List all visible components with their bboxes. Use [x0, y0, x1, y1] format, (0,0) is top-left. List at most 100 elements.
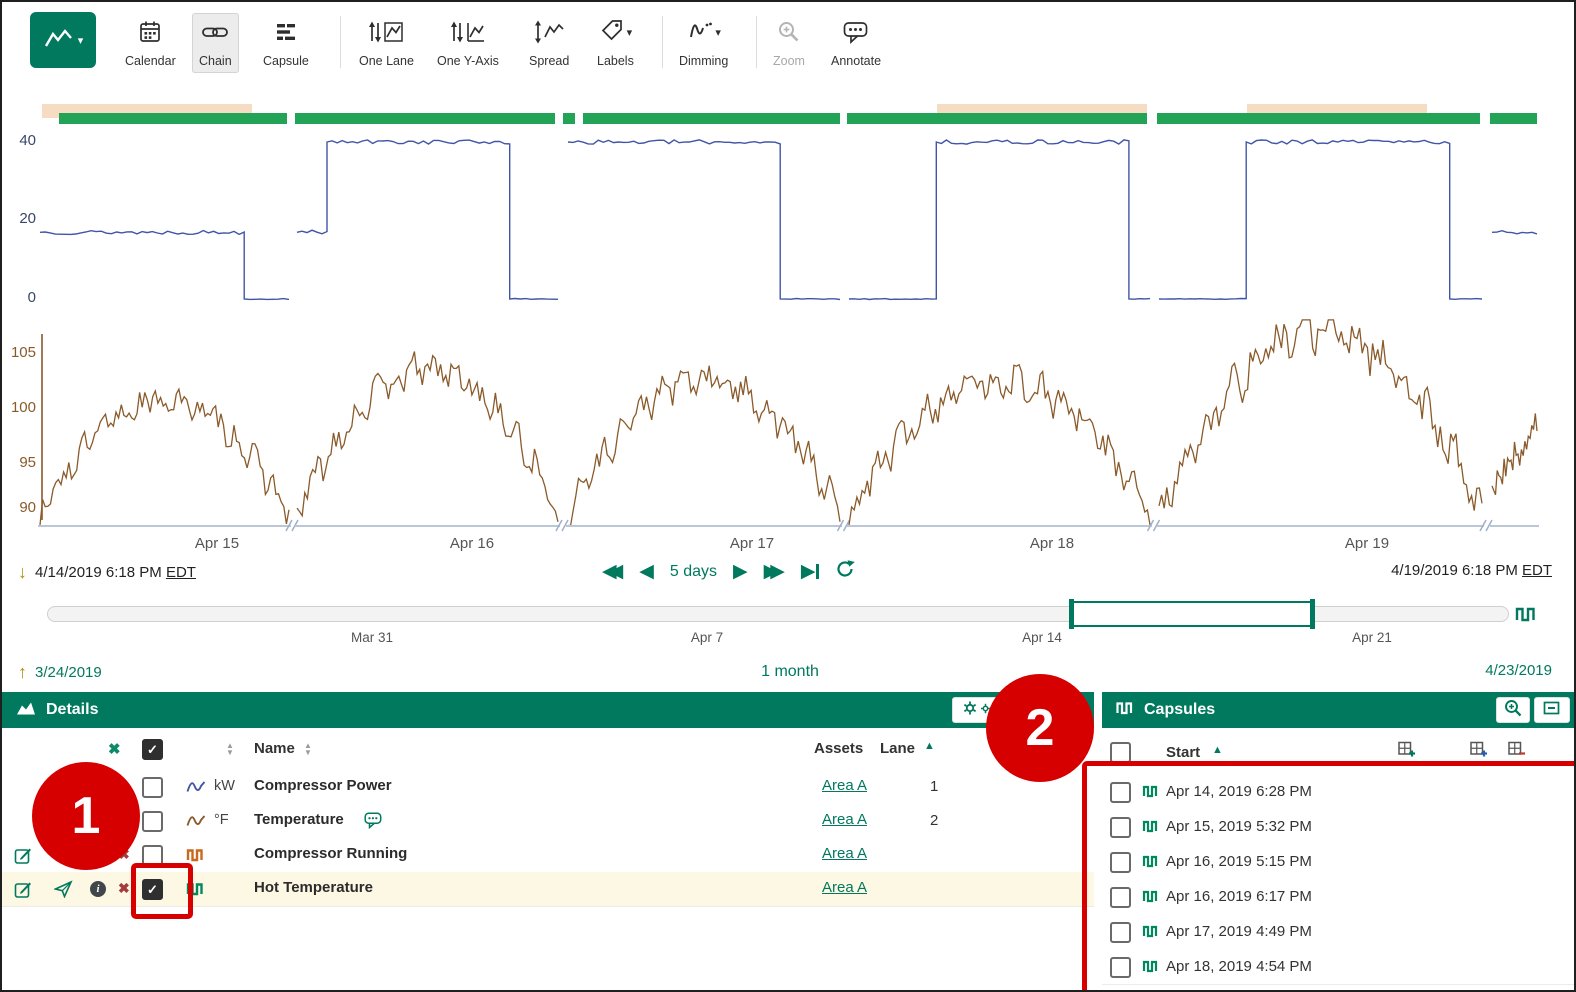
asset-link[interactable]: Area A	[822, 777, 867, 794]
select-all-checkbox[interactable]	[142, 739, 163, 760]
refresh-button[interactable]	[835, 559, 855, 584]
capsules-collapse-button[interactable]	[1534, 697, 1570, 723]
row-checkbox[interactable]	[142, 777, 163, 798]
toolbar-label-chain: Chain	[199, 54, 232, 68]
pan-back-fast-button[interactable]: ◀◀	[602, 562, 623, 582]
display-range-start: ↓ 4/14/2019 6:18 PM EDT	[18, 562, 196, 583]
select-all-capsules-checkbox[interactable]	[1110, 742, 1131, 763]
info-icon[interactable]: i	[90, 881, 106, 897]
range-start-arrow-icon: ↓	[18, 562, 27, 583]
sort-asc-icon[interactable]: ▲	[924, 740, 935, 752]
toolbar-label-labels: Labels	[597, 54, 634, 68]
scrubber-tick-label: Mar 31	[327, 630, 417, 645]
toolbar-label-spread: Spread	[529, 54, 569, 68]
toolbar-item-zoom: Zoom	[766, 13, 812, 73]
unit-label: °F	[214, 812, 229, 828]
tag-icon	[599, 17, 625, 48]
trend-icon	[43, 28, 75, 53]
investigate-end-date: 4/23/2019	[1485, 662, 1552, 679]
y-axis-tick-label: 100	[4, 399, 36, 416]
scrubber-tick-label: Apr 14	[997, 630, 1087, 645]
toolbar-label-annotate: Annotate	[831, 54, 881, 68]
toolbar-item-spread[interactable]: Spread	[522, 13, 576, 73]
trend-view-button[interactable]: ▾	[30, 12, 96, 68]
capsule-lane-icon	[1514, 603, 1540, 630]
spread-icon	[532, 18, 566, 46]
toolbar-separator	[756, 16, 757, 68]
asset-link[interactable]: Area A	[822, 845, 867, 862]
scrubber-tick-label: Apr 7	[662, 630, 752, 645]
signal-icon	[186, 813, 206, 834]
timezone-link[interactable]: EDT	[166, 564, 196, 581]
edit-icon[interactable]	[14, 880, 33, 904]
toolbar-label-zoom: Zoom	[773, 54, 805, 68]
remove-column-icon[interactable]	[1508, 740, 1526, 763]
comment-icon[interactable]	[364, 812, 383, 834]
details-table-header: ✖ ▲▼ Name ▲▼ Assets Lane ▲	[2, 728, 1094, 771]
asset-link[interactable]: Area A	[822, 879, 867, 896]
remove-icon[interactable]: ✖	[118, 880, 130, 897]
y-axis-tick-label: 90	[4, 499, 36, 516]
toolbar-separator	[662, 16, 663, 68]
investigate-duration: 1 month	[2, 663, 1576, 681]
add-stat-column-icon[interactable]	[1398, 740, 1416, 763]
sort-icon[interactable]: ▲▼	[226, 742, 234, 756]
scrubber-tick-label: Apr 21	[1327, 630, 1417, 645]
toolbar-item-calendar[interactable]: Calendar	[118, 13, 183, 73]
toolbar-item-one-lane[interactable]: One Lane	[352, 13, 421, 73]
item-name: Compressor Running	[254, 845, 407, 862]
selector-left-handle[interactable]	[1069, 599, 1074, 629]
asset-link[interactable]: Area A	[822, 811, 867, 828]
details-row-temperature[interactable]: °F Temperature Area A 2	[2, 804, 1094, 839]
pan-forward-fast-button[interactable]: ▶▶	[764, 562, 785, 582]
trend-chart[interactable]	[2, 97, 1576, 542]
timezone-link[interactable]: EDT	[1522, 562, 1552, 579]
column-header-name[interactable]: Name	[254, 740, 295, 757]
toolbar-separator	[340, 16, 341, 68]
y-axis-tick-label: 95	[4, 454, 36, 471]
chevron-down-icon: ▾	[78, 34, 84, 47]
y-axis-tick-label: 105	[4, 344, 36, 361]
toolbar-item-labels[interactable]: ▾ Labels	[590, 13, 641, 73]
toolbar-item-chain[interactable]: Chain	[192, 13, 239, 73]
toolbar-item-capsule[interactable]: Capsule	[256, 13, 316, 73]
remove-all-icon[interactable]: ✖	[108, 740, 121, 758]
selector-right-handle[interactable]	[1310, 599, 1315, 629]
lane-number: 1	[930, 778, 938, 795]
investigate-range-start: ↑ 3/24/2019	[18, 662, 102, 683]
pan-forward-button[interactable]: ▶	[733, 562, 748, 582]
x-axis-tick-label: Apr 17	[707, 535, 797, 552]
edit-icon[interactable]	[14, 846, 33, 870]
sort-asc-icon[interactable]: ▲	[1212, 744, 1223, 756]
capsule-time-icon	[274, 18, 298, 46]
column-header-assets[interactable]: Assets	[814, 740, 863, 757]
column-header-lane[interactable]: Lane	[880, 740, 915, 757]
details-panel-title: Details	[46, 701, 98, 719]
display-range-end-date: 4/19/2019 6:18 PM EDT	[1391, 562, 1552, 579]
one-y-axis-icon	[450, 18, 486, 46]
time-navigation: ◀◀ ◀ 5 days ▶ ▶▶ ▶	[602, 559, 855, 584]
row-checkbox[interactable]	[142, 811, 163, 832]
toolbar-item-one-y-axis[interactable]: One Y-Axis	[430, 13, 506, 73]
column-header-start[interactable]: Start	[1166, 744, 1200, 761]
annotation-badge-2: 2	[986, 674, 1094, 782]
toolbar-item-annotate[interactable]: Annotate	[824, 13, 888, 73]
calendar-icon	[138, 18, 162, 46]
pan-to-end-button[interactable]: ▶	[801, 562, 820, 582]
duration-button[interactable]: 5 days	[670, 563, 717, 581]
item-name: Hot Temperature	[254, 879, 373, 896]
capsule-lane-icon	[1115, 699, 1135, 722]
y-axis-tick-label: 20	[4, 210, 36, 227]
pan-back-button[interactable]: ◀	[639, 562, 654, 582]
derive-icon[interactable]	[54, 880, 73, 903]
capsules-zoom-button[interactable]	[1496, 697, 1530, 723]
x-axis-tick-label: Apr 16	[427, 535, 517, 552]
toolbar-label-one-lane: One Lane	[359, 54, 414, 68]
x-axis-tick-label: Apr 15	[172, 535, 262, 552]
display-range-selector[interactable]	[1070, 601, 1314, 627]
details-row-compressor-power[interactable]: kW Compressor Power Area A 1	[2, 770, 1094, 805]
add-column-icon[interactable]	[1470, 740, 1488, 763]
sort-icon[interactable]: ▲▼	[304, 742, 312, 756]
toolbar-item-dimming[interactable]: ▾ Dimming	[672, 13, 735, 73]
toolbar-label-one-y-axis: One Y-Axis	[437, 54, 499, 68]
